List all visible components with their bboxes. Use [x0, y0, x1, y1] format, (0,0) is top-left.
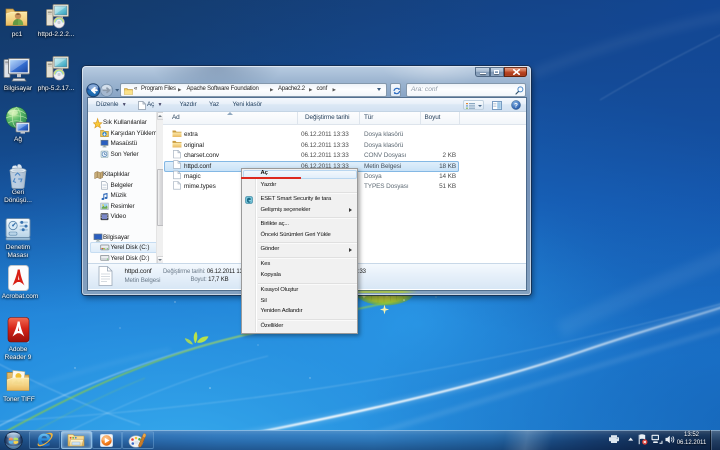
svg-text:?: ? — [514, 102, 518, 109]
